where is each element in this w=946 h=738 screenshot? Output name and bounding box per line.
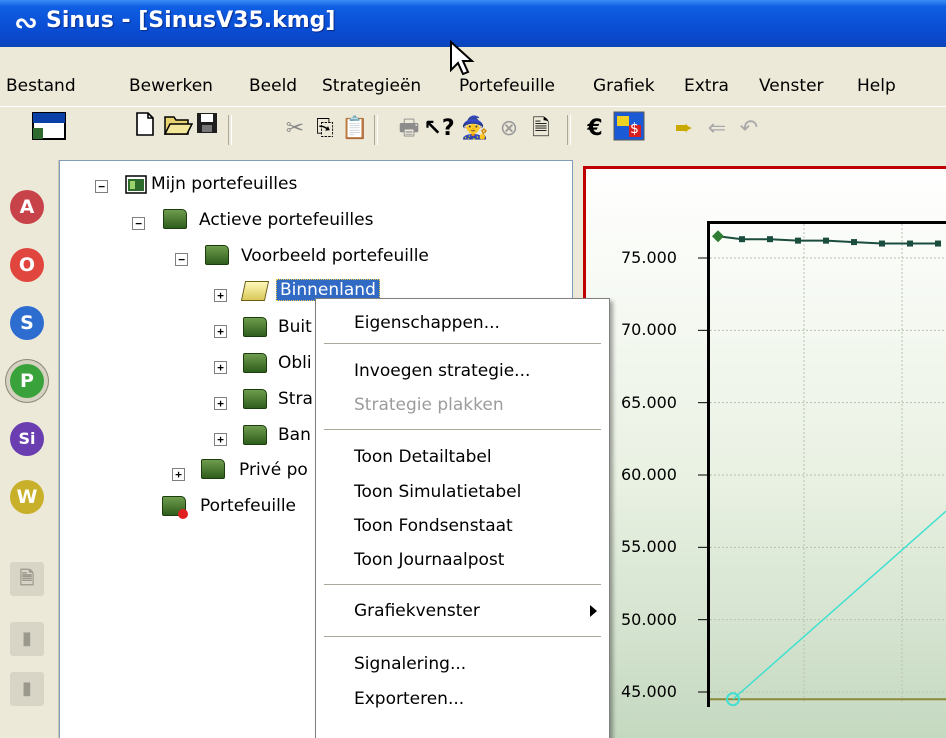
menu-item-invoegen-strategie[interactable]: Invoegen strategie... [354, 361, 530, 381]
y-tick-label: 60.000 [621, 465, 677, 484]
menu-strategieen[interactable]: Strategieën [322, 76, 421, 96]
context-menu: Eigenschappen... Invoegen strategie... S… [315, 298, 610, 738]
layout-icon[interactable] [32, 111, 66, 147]
menu-item-toon-fondsenstaat[interactable]: Toon Fondsenstaat [354, 516, 513, 536]
app-icon: ∾ [14, 6, 38, 39]
error-badge-icon [178, 509, 188, 519]
tree-portfolio-label[interactable]: Portefeuille [200, 496, 296, 516]
expand-toggle[interactable]: + [214, 397, 227, 410]
strategy-p-icon[interactable]: P [10, 364, 44, 398]
menu-item-toon-journaalpost[interactable]: Toon Journaalpost [354, 550, 504, 570]
properties-icon[interactable]: 🗎 [524, 111, 558, 147]
tree-private-label[interactable]: Privé po [239, 460, 308, 480]
menu-separator [324, 584, 601, 585]
menu-help[interactable]: Help [857, 76, 896, 96]
y-tick-label: 75.000 [621, 248, 677, 267]
strategy-w-icon[interactable]: W [10, 480, 44, 514]
strategy-si-icon[interactable]: Si [10, 422, 44, 456]
y-tick-label: 65.000 [621, 392, 677, 412]
back-icon[interactable]: ⇐ [700, 111, 734, 147]
expand-toggle[interactable]: + [172, 468, 185, 481]
stop-icon[interactable]: ⊗ [492, 111, 526, 147]
menu-bewerken[interactable]: Bewerken [129, 76, 213, 96]
collapse-toggle[interactable]: − [95, 180, 108, 193]
menu-grafiek[interactable]: Grafiek [593, 76, 655, 96]
menu-bestand[interactable]: Bestand [6, 76, 76, 96]
strategy-s-icon[interactable]: S [10, 306, 44, 340]
window-title: Sinus - [SinusV35.kmg] [46, 8, 336, 33]
menu-item-toon-simulatietabel[interactable]: Toon Simulatietabel [354, 482, 521, 502]
properties-disabled-icon[interactable]: 🗎 [10, 562, 44, 596]
folder-icon [243, 317, 267, 337]
expand-toggle[interactable]: + [214, 433, 227, 446]
folder-icon [163, 209, 187, 229]
tree-root-label[interactable]: Mijn portefeuilles [151, 174, 297, 194]
copy-icon[interactable]: ⎘ [308, 111, 342, 147]
menu-separator [324, 636, 601, 637]
tree-active-label[interactable]: Actieve portefeuilles [199, 210, 373, 230]
strategy-toolbar: A O S P Si W 🗎 ▮ ▮ [0, 160, 59, 738]
menu-separator [324, 343, 601, 344]
help-pointer-icon[interactable]: ↖? [422, 111, 456, 147]
paste-icon[interactable]: 📋 [338, 111, 372, 147]
open-folder-icon [240, 281, 270, 301]
euro-icon[interactable]: € [578, 111, 612, 147]
menu-item-toon-detailtabel[interactable]: Toon Detailtabel [354, 447, 492, 467]
menu-item-grafiekvenster[interactable]: Grafiekvenster [354, 601, 480, 621]
chart-disabled-icon[interactable]: ▮ [10, 622, 44, 656]
tree-stra-label[interactable]: Stra [278, 389, 313, 409]
save-icon[interactable] [190, 111, 224, 147]
tree-obli-label[interactable]: Obli [278, 353, 312, 373]
expand-toggle[interactable]: + [214, 325, 227, 338]
menu-venster[interactable]: Venster [759, 76, 824, 96]
svg-text:$: $ [630, 121, 639, 137]
print-icon[interactable]: 🖶 [392, 111, 426, 147]
y-tick-label: 50.000 [621, 609, 677, 629]
menu-extra[interactable]: Extra [684, 76, 729, 96]
tree-buit-label[interactable]: Buit [278, 317, 312, 337]
toolbar-separator [567, 115, 571, 145]
expand-toggle[interactable]: + [214, 361, 227, 374]
folder-icon [243, 425, 267, 445]
folder-icon [243, 389, 267, 409]
wizard-icon[interactable]: 🧙 [458, 111, 492, 147]
collapse-toggle[interactable]: − [175, 253, 188, 266]
menu-item-strategie-plakken[interactable]: Strategie plakken [354, 395, 504, 415]
toolbar-separator [228, 115, 232, 145]
strategy-a-icon[interactable]: A [10, 190, 44, 224]
collapse-toggle[interactable]: − [132, 217, 145, 230]
forward-icon[interactable]: ➨ [667, 111, 701, 147]
y-tick-label: 70.000 [621, 320, 677, 340]
undo-icon[interactable]: ↶ [732, 111, 766, 147]
currency-icon[interactable]: $ [612, 111, 646, 147]
new-icon[interactable] [128, 111, 162, 147]
folder-icon [243, 353, 267, 373]
menu-beeld[interactable]: Beeld [249, 76, 297, 96]
submenu-arrow-icon [590, 605, 597, 617]
toolbar: ✂ ⎘ 📋 🖶 ↖? 🧙 ⊗ 🗎 € $ ➨ ⇐ ↶ [0, 107, 946, 152]
tree-example-label[interactable]: Voorbeeld portefeuille [241, 246, 429, 266]
menu-item-eigenschappen[interactable]: Eigenschappen... [354, 313, 500, 333]
portfolio-root-icon [124, 174, 147, 194]
y-tick-label: 45.000 [621, 682, 677, 701]
folder-icon [205, 245, 229, 265]
menu-separator [324, 429, 601, 430]
strategy-o-icon[interactable]: O [10, 248, 44, 282]
menu-item-exporteren[interactable]: Exporteren... [354, 689, 464, 709]
toolbar-separator [374, 115, 378, 145]
tree-ban-label[interactable]: Ban [278, 425, 311, 445]
plot-area [707, 221, 946, 707]
folder-icon [201, 459, 225, 479]
y-tick-label: 55.000 [621, 537, 677, 557]
chart2-disabled-icon[interactable]: ▮ [10, 672, 44, 706]
app-window: ∾ Sinus - [SinusV35.kmg] Bestand Bewerke… [0, 0, 946, 738]
cut-icon[interactable]: ✂ [278, 111, 312, 147]
expand-toggle[interactable]: + [214, 289, 227, 302]
mouse-cursor-icon [449, 39, 475, 82]
menu-item-signalering[interactable]: Signalering... [354, 654, 466, 674]
